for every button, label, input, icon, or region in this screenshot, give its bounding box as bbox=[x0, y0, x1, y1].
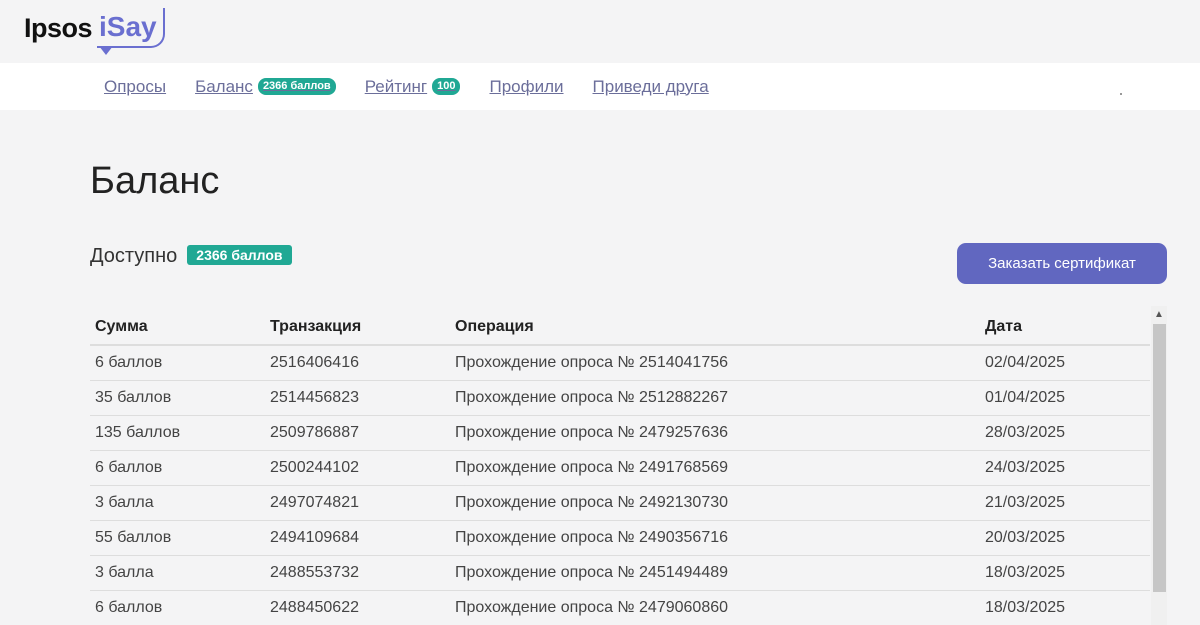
cell-transaction: 2488450622 bbox=[265, 590, 450, 625]
cell-transaction: 2497074821 bbox=[265, 485, 450, 521]
nav-surveys-link[interactable]: Опросы bbox=[104, 77, 166, 97]
transactions-table: Сумма Транзакция Операция Дата 6 баллов … bbox=[90, 310, 1150, 625]
top-bar: Ipsos iSay bbox=[0, 0, 1200, 63]
cell-amount: 55 баллов bbox=[90, 520, 265, 556]
nav-balance-badge: 2366 баллов bbox=[257, 78, 336, 95]
cell-operation: Прохождение опроса № 2451494489 bbox=[450, 555, 980, 591]
cell-operation: Прохождение опроса № 2512882267 bbox=[450, 380, 980, 416]
cell-date: 18/03/2025 bbox=[980, 555, 1150, 591]
table-row: 6 баллов 2516406416 Прохождение опроса №… bbox=[90, 345, 1150, 381]
cell-transaction: 2500244102 bbox=[265, 450, 450, 486]
cell-amount: 6 баллов bbox=[90, 590, 265, 625]
header-transaction: Транзакция bbox=[265, 310, 450, 346]
order-certificate-button[interactable]: Заказать сертификат bbox=[957, 243, 1167, 284]
cell-transaction: 2516406416 bbox=[265, 345, 450, 381]
cell-date: 01/04/2025 bbox=[980, 380, 1150, 416]
header-date: Дата bbox=[980, 310, 1150, 346]
nav-rating-badge: 100 bbox=[432, 78, 461, 95]
cell-operation: Прохождение опроса № 2490356716 bbox=[450, 520, 980, 556]
page-title: Баланс bbox=[90, 160, 220, 202]
logo-product: iSay bbox=[97, 8, 165, 55]
nav-rating-link[interactable]: Рейтинг 100 bbox=[365, 77, 461, 97]
nav-balance-link[interactable]: Баланс 2366 баллов bbox=[195, 77, 336, 97]
available-balance: Доступно 2366 баллов bbox=[90, 245, 292, 268]
nav-balance-label: Баланс bbox=[195, 76, 253, 96]
table-row: 3 балла 2488553732 Прохождение опроса № … bbox=[90, 555, 1150, 591]
cell-amount: 135 баллов bbox=[90, 415, 265, 451]
chevron-up-icon[interactable]: ▲ bbox=[1151, 306, 1167, 322]
transactions-table-container: Сумма Транзакция Операция Дата 6 баллов … bbox=[90, 310, 1150, 625]
nav-surveys-label: Опросы bbox=[104, 76, 167, 96]
ipsos-isay-logo[interactable]: Ipsos iSay bbox=[24, 2, 165, 55]
cell-transaction: 2488553732 bbox=[265, 555, 450, 591]
table-row: 6 баллов 2488450622 Прохождение опроса №… bbox=[90, 590, 1150, 625]
cell-date: 18/03/2025 bbox=[980, 590, 1150, 625]
available-label: Доступно bbox=[90, 245, 178, 267]
table-row: 35 баллов 2514456823 Прохождение опроса … bbox=[90, 380, 1150, 416]
cell-transaction: 2494109684 bbox=[265, 520, 450, 556]
cell-date: 02/04/2025 bbox=[980, 345, 1150, 381]
main-nav: Опросы Баланс 2366 баллов Рейтинг 100 Пр… bbox=[104, 63, 738, 110]
scrollbar-thumb[interactable] bbox=[1153, 324, 1166, 592]
table-row: 135 баллов 2509786887 Прохождение опроса… bbox=[90, 415, 1150, 451]
nav-bar: Опросы Баланс 2366 баллов Рейтинг 100 Пр… bbox=[0, 63, 1200, 110]
table-row: 3 балла 2497074821 Прохождение опроса № … bbox=[90, 485, 1150, 521]
cell-operation: Прохождение опроса № 2479060860 bbox=[450, 590, 980, 625]
cell-amount: 6 баллов bbox=[90, 450, 265, 486]
cell-amount: 3 балла bbox=[90, 485, 265, 521]
table-row: 6 баллов 2500244102 Прохождение опроса №… bbox=[90, 450, 1150, 486]
cell-amount: 35 баллов bbox=[90, 380, 265, 416]
nav-profiles-label: Профили bbox=[489, 76, 564, 96]
cell-date: 21/03/2025 bbox=[980, 485, 1150, 521]
table-scrollbar[interactable]: ▲ bbox=[1151, 306, 1167, 625]
cell-operation: Прохождение опроса № 2514041756 bbox=[450, 345, 980, 381]
cell-operation: Прохождение опроса № 2479257636 bbox=[450, 415, 980, 451]
nav-invite-link[interactable]: Приведи друга bbox=[593, 77, 709, 97]
nav-invite-label: Приведи друга bbox=[592, 76, 709, 96]
cell-transaction: 2514456823 bbox=[265, 380, 450, 416]
nav-dot bbox=[1120, 93, 1122, 95]
nav-profiles-link[interactable]: Профили bbox=[489, 77, 563, 97]
speech-bubble-tail-icon bbox=[99, 46, 114, 55]
cell-operation: Прохождение опроса № 2492130730 bbox=[450, 485, 980, 521]
header-operation: Операция bbox=[450, 310, 980, 346]
table-header-row: Сумма Транзакция Операция Дата bbox=[90, 310, 1150, 346]
available-badge: 2366 баллов bbox=[187, 245, 292, 265]
header-amount: Сумма bbox=[90, 310, 265, 346]
logo-product-text: iSay bbox=[99, 11, 157, 42]
cell-date: 24/03/2025 bbox=[980, 450, 1150, 486]
cell-date: 20/03/2025 bbox=[980, 520, 1150, 556]
nav-rating-label: Рейтинг bbox=[364, 76, 428, 96]
cell-amount: 3 балла bbox=[90, 555, 265, 591]
cell-date: 28/03/2025 bbox=[980, 415, 1150, 451]
cell-transaction: 2509786887 bbox=[265, 415, 450, 451]
table-row: 55 баллов 2494109684 Прохождение опроса … bbox=[90, 520, 1150, 556]
cell-amount: 6 баллов bbox=[90, 345, 265, 381]
cell-operation: Прохождение опроса № 2491768569 bbox=[450, 450, 980, 486]
logo-brand: Ipsos bbox=[24, 12, 93, 43]
